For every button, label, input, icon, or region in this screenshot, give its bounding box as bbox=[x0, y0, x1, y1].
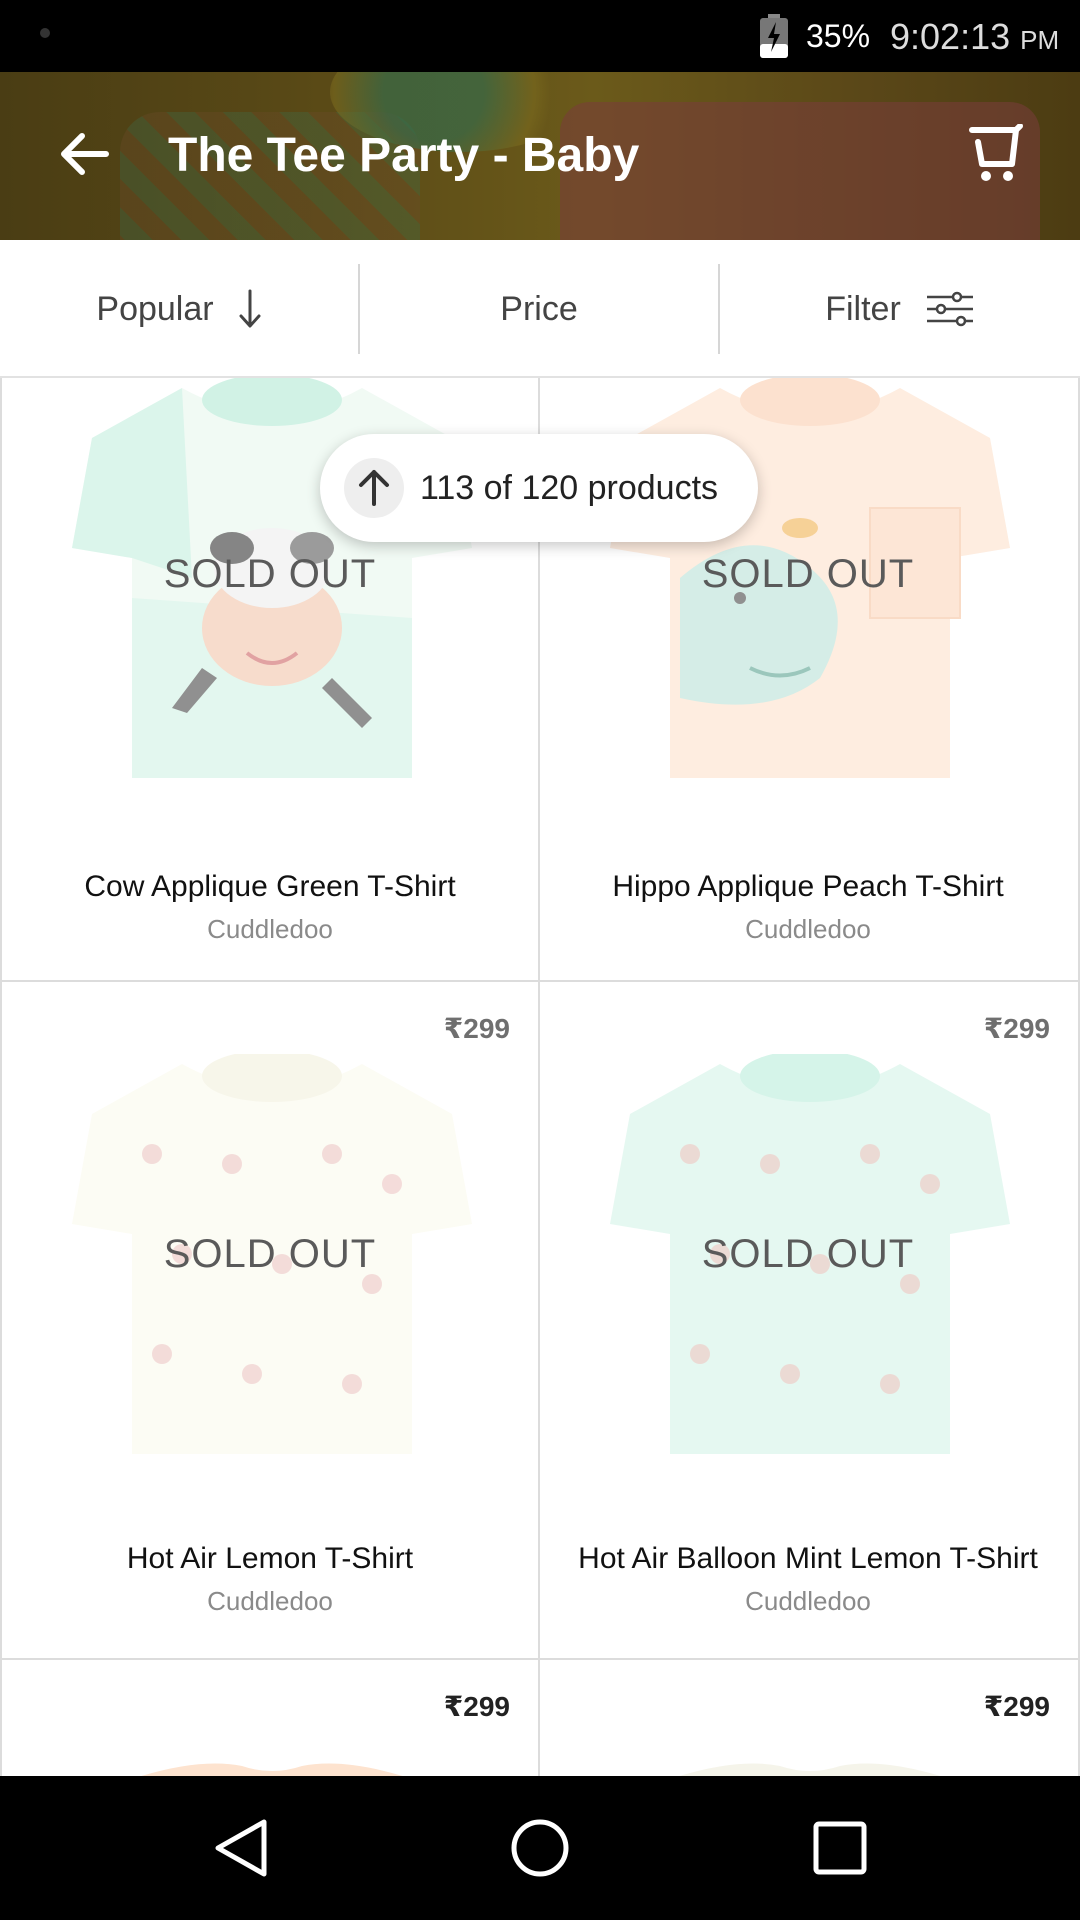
arrow-down-icon bbox=[239, 289, 261, 328]
sort-filter-bar: Popular Price Filter bbox=[0, 240, 1080, 378]
product-grid: SOLD OUT Cow Applique Green T-Shirt Cudd… bbox=[0, 378, 1080, 1776]
sort-price-button[interactable]: Price bbox=[360, 240, 718, 378]
sold-out-label: SOLD OUT bbox=[163, 552, 377, 596]
product-image bbox=[141, 1763, 403, 1776]
system-nav-bar bbox=[0, 1776, 1080, 1920]
product-card[interactable]: ₹299 bbox=[0, 1660, 540, 1776]
sold-out-label: SOLD OUT bbox=[701, 1232, 915, 1276]
product-price: ₹299 bbox=[983, 1691, 1050, 1722]
product-name: Hot Air Balloon Mint Lemon T-Shirt bbox=[578, 1542, 1038, 1575]
clock: 9:02:13 PM bbox=[890, 16, 1060, 57]
arrow-left-icon[interactable] bbox=[54, 124, 114, 184]
product-name: Hot Air Lemon T-Shirt bbox=[126, 1542, 414, 1575]
cart-icon[interactable] bbox=[968, 124, 1024, 184]
product-count-text: 113 of 120 products bbox=[420, 468, 719, 507]
filter-button[interactable]: Filter bbox=[720, 240, 1080, 378]
product-card[interactable]: ₹299 SOLD OUT Hot Air Lemon T-Shirt Cudd… bbox=[0, 982, 540, 1660]
product-card[interactable]: ₹299 SOLD OUT Hot Air Balloon Mint Lemon… bbox=[540, 982, 1080, 1660]
sort-price-label: Price bbox=[500, 289, 578, 328]
sort-popular-label: Popular bbox=[96, 289, 214, 328]
product-count-pill[interactable]: 113 of 120 products bbox=[320, 434, 758, 542]
nav-home-icon[interactable] bbox=[504, 1812, 576, 1884]
product-image bbox=[679, 1763, 941, 1776]
battery-charging-icon bbox=[760, 14, 788, 58]
filter-label: Filter bbox=[825, 289, 901, 328]
sort-popular-button[interactable]: Popular bbox=[0, 240, 358, 378]
notification-dot bbox=[40, 28, 50, 38]
product-name: Hippo Applique Peach T-Shirt bbox=[612, 870, 1004, 903]
app-bar: The Tee Party - Baby bbox=[0, 72, 1080, 240]
nav-back-icon[interactable] bbox=[206, 1812, 278, 1884]
product-brand: Cuddledoo bbox=[745, 914, 871, 944]
product-brand: Cuddledoo bbox=[745, 1586, 871, 1616]
product-card[interactable]: ₹299 bbox=[540, 1660, 1080, 1776]
sliders-icon bbox=[926, 291, 973, 327]
product-name: Cow Applique Green T-Shirt bbox=[84, 870, 456, 903]
sold-out-label: SOLD OUT bbox=[701, 552, 915, 596]
arrow-up-icon[interactable] bbox=[344, 458, 404, 518]
product-brand: Cuddledoo bbox=[207, 1586, 333, 1616]
battery-percent: 35% bbox=[806, 18, 871, 54]
sold-out-label: SOLD OUT bbox=[163, 1232, 377, 1276]
nav-recents-icon[interactable] bbox=[804, 1812, 876, 1884]
product-price: ₹299 bbox=[443, 1691, 510, 1722]
product-brand: Cuddledoo bbox=[207, 914, 333, 944]
page-title: The Tee Party - Baby bbox=[168, 129, 640, 182]
status-bar: 35% 9:02:13 PM bbox=[0, 0, 1080, 72]
